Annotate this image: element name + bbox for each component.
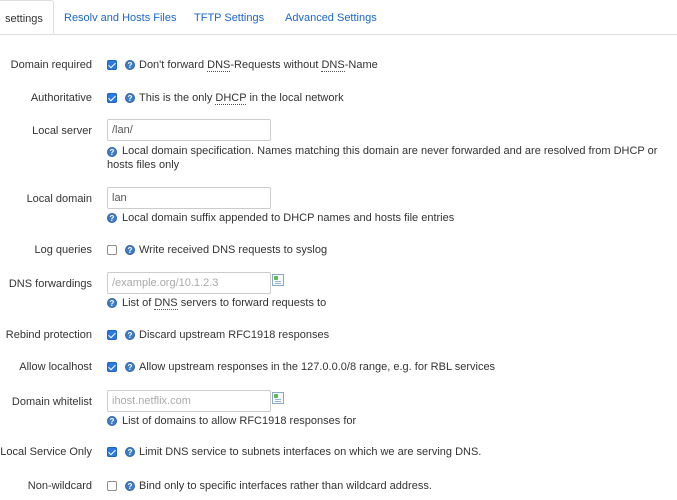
domain-required-checkbox[interactable] xyxy=(107,60,117,70)
abbr-dns: DNS xyxy=(154,297,178,310)
field-description: Don't forward DNS-Requests without DNS-N… xyxy=(139,59,378,72)
row-log-queries: Log queries ? Write received DNS request… xyxy=(0,242,677,260)
tab-label: Resolv and Hosts Files xyxy=(64,12,177,24)
help-icon: ? xyxy=(125,447,135,457)
field-description: Bind only to specific interfaces rather … xyxy=(139,480,432,492)
desc-text: in the local network xyxy=(246,92,344,104)
field-description: Local domain suffix appended to DHCP nam… xyxy=(122,212,455,224)
help-icon: ? xyxy=(107,213,117,223)
authoritative-checkbox[interactable] xyxy=(107,93,117,103)
tab-resolv-hosts-files[interactable]: Resolv and Hosts Files xyxy=(64,0,177,34)
field-description: This is the only DHCP in the local netwo… xyxy=(139,92,344,105)
tab-label: TFTP Settings xyxy=(194,12,265,24)
field-description: Local domain specification. Names matchi… xyxy=(107,145,658,171)
field-description: List of domains to allow RFC1918 respons… xyxy=(122,415,357,427)
tab-label: settings xyxy=(5,13,43,25)
row-non-wildcard: Non-wildcard ? Bind only to specific int… xyxy=(0,478,677,496)
desc-text: -Requests without xyxy=(230,59,322,71)
tab-bar: settings Resolv and Hosts Files TFTP Set… xyxy=(0,0,677,35)
add-entry-icon[interactable] xyxy=(272,392,284,404)
row-local-service-only: Local Service Only ? Limit DNS service t… xyxy=(0,444,677,462)
domain-whitelist-input[interactable] xyxy=(107,390,271,412)
help-icon: ? xyxy=(125,93,135,103)
log-queries-checkbox[interactable] xyxy=(107,245,117,255)
abbr-dns: DNS xyxy=(321,59,345,72)
row-domain-required: Domain required ? Don't forward DNS-Requ… xyxy=(0,57,677,75)
field-description: Limit DNS service to subnets interfaces … xyxy=(139,446,482,458)
row-rebind-protection: Rebind protection ? Discard upstream RFC… xyxy=(0,327,677,345)
help-icon: ? xyxy=(107,298,117,308)
desc-text: -Name xyxy=(344,59,378,71)
field-description: List of DNS servers to forward requests … xyxy=(122,297,327,310)
help-icon: ? xyxy=(125,245,135,255)
field-label: Authoritative xyxy=(30,92,92,104)
field-label: Domain required xyxy=(10,59,92,71)
help-icon: ? xyxy=(107,416,117,426)
field-description: Discard upstream RFC1918 responses xyxy=(139,329,330,341)
local-service-only-checkbox[interactable] xyxy=(107,447,117,457)
row-domain-whitelist: Domain whitelist ? List of domains to al… xyxy=(0,390,677,430)
help-icon: ? xyxy=(125,362,135,372)
desc-text: This is the only xyxy=(139,92,216,104)
help-icon: ? xyxy=(125,60,135,70)
dns-forwardings-input[interactable] xyxy=(107,272,271,294)
field-description: Allow upstream responses in the 127.0.0.… xyxy=(139,361,496,373)
row-local-server: Local server ? Local domain specificatio… xyxy=(0,119,677,173)
tab-label: Advanced Settings xyxy=(285,12,377,24)
tab-tftp-settings[interactable]: TFTP Settings xyxy=(194,0,264,34)
abbr-dns: DNS xyxy=(207,59,231,72)
non-wildcard-checkbox[interactable] xyxy=(107,481,117,491)
field-label: Rebind protection xyxy=(5,329,92,341)
help-icon: ? xyxy=(125,330,135,340)
local-server-input[interactable] xyxy=(107,119,271,141)
field-label: Local domain xyxy=(26,193,92,205)
field-label: Local Service Only xyxy=(0,446,92,458)
row-local-domain: Local domain ? Local domain suffix appen… xyxy=(0,187,677,227)
tab-advanced-settings[interactable]: Advanced Settings xyxy=(285,0,377,34)
field-label: Non-wildcard xyxy=(27,480,92,492)
row-allow-localhost: Allow localhost ? Allow upstream respons… xyxy=(0,359,677,377)
desc-text: servers to forward requests to xyxy=(177,297,327,309)
rebind-protection-checkbox[interactable] xyxy=(107,330,117,340)
add-entry-icon[interactable] xyxy=(272,274,284,286)
local-domain-input[interactable] xyxy=(107,187,271,209)
desc-text: Don't forward xyxy=(139,59,208,71)
field-label: Allow localhost xyxy=(19,361,92,373)
desc-text: List of xyxy=(122,297,155,309)
help-icon: ? xyxy=(125,481,135,491)
allow-localhost-checkbox[interactable] xyxy=(107,362,117,372)
field-label: Log queries xyxy=(34,244,93,256)
row-dns-forwardings: DNS forwardings ? List of DNS servers to… xyxy=(0,272,677,312)
abbr-dhcp: DHCP xyxy=(215,92,247,105)
field-label: DNS forwardings xyxy=(8,278,92,290)
row-authoritative: Authoritative ? This is the only DHCP in… xyxy=(0,90,677,108)
field-description: Write received DNS requests to syslog xyxy=(139,244,328,256)
field-label: Local server xyxy=(32,125,92,137)
tab-general-settings[interactable]: settings xyxy=(0,0,54,34)
field-label: Domain whitelist xyxy=(11,396,92,408)
